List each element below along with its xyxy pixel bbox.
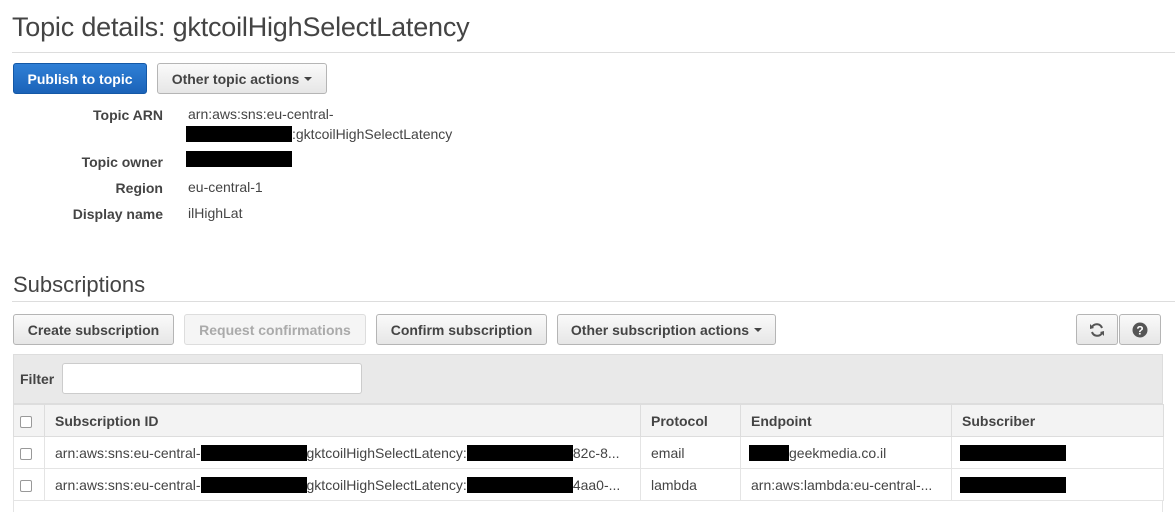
topic-arn-line2: :gktcoilHighSelectLatency (186, 126, 452, 142)
row-checkbox-cell (13, 436, 45, 469)
redacted-subscriber (960, 445, 1066, 462)
endpoint-domain: geekmedia.co.il (789, 444, 887, 461)
other-subscription-actions-label: Other subscription actions (570, 321, 750, 338)
table-empty-area (13, 500, 1163, 512)
svg-text:?: ? (1136, 323, 1143, 337)
filter-input[interactable] (62, 363, 362, 394)
subscriptions-title: Subscriptions (13, 272, 146, 297)
topic-arn-label: Topic ARN (93, 107, 163, 123)
other-subscription-actions-button[interactable]: Other subscription actions (557, 314, 776, 345)
subscriber-cell (951, 468, 1164, 501)
caret-down-icon (754, 327, 763, 332)
table-row[interactable]: arn:aws:sns:eu-central- gktcoilHighSelec… (13, 468, 1164, 501)
redacted-email-user (749, 444, 789, 461)
subscription-id-suffix: 4aa0-... (572, 476, 621, 493)
other-topic-actions-button[interactable]: Other topic actions (157, 63, 327, 94)
endpoint-cell: geekmedia.co.il (740, 436, 952, 469)
protocol-cell: email (640, 436, 741, 469)
subscription-id-cell[interactable]: arn:aws:sns:eu-central- gktcoilHighSelec… (44, 468, 641, 501)
column-header-endpoint[interactable]: Endpoint (740, 404, 952, 437)
region-value: eu-central-1 (188, 179, 263, 195)
redacted-topic-owner (186, 151, 292, 167)
confirm-subscription-button[interactable]: Confirm subscription (376, 314, 547, 345)
refresh-icon (1090, 322, 1104, 337)
publish-to-topic-label: Publish to topic (27, 70, 133, 87)
redacted-account-id (200, 444, 307, 461)
filter-bar: Filter (13, 354, 1163, 404)
subscriptions-table: Subscription ID Protocol Endpoint Subscr… (13, 404, 1164, 501)
refresh-button[interactable] (1076, 314, 1118, 345)
caret-down-icon (304, 76, 313, 81)
row-checkbox[interactable] (20, 447, 32, 460)
row-checkbox[interactable] (20, 479, 32, 492)
display-name-value: ilHighLat (188, 205, 243, 221)
redacted-account-id (186, 126, 292, 142)
subscription-id-middle: gktcoilHighSelectLatency: (306, 476, 467, 493)
display-name-label: Display name (72, 206, 163, 222)
table-header-row: Subscription ID Protocol Endpoint Subscr… (13, 404, 1164, 437)
protocol-cell: lambda (640, 468, 741, 501)
subscriber-cell (951, 436, 1164, 469)
row-checkbox-cell (13, 468, 45, 501)
topic-arn-suffix: :gktcoilHighSelectLatency (292, 126, 453, 142)
topic-arn-line1: arn:aws:sns:eu-central- (188, 106, 334, 122)
column-header-subscription-id[interactable]: Subscription ID (44, 404, 641, 437)
filter-label: Filter (20, 371, 55, 387)
subscription-id-prefix: arn:aws:sns:eu-central- (55, 476, 201, 493)
redacted-subscriber (960, 477, 1066, 494)
select-all-checkbox[interactable] (20, 415, 32, 428)
column-header-subscriber[interactable]: Subscriber (951, 404, 1164, 437)
confirm-subscription-label: Confirm subscription (390, 321, 533, 338)
other-topic-actions-label: Other topic actions (171, 70, 300, 87)
help-button[interactable]: ? (1119, 314, 1161, 345)
redacted-account-id (200, 476, 307, 493)
subscription-id-suffix: 82c-8... (572, 444, 620, 461)
endpoint-cell: arn:aws:lambda:eu-central-... (740, 468, 952, 501)
page-title: Topic details: gktcoilHighSelectLatency (12, 12, 470, 42)
request-confirmations-label: Request confirmations (199, 321, 351, 338)
subscription-id-cell[interactable]: arn:aws:sns:eu-central- gktcoilHighSelec… (44, 436, 641, 469)
subscription-id-middle: gktcoilHighSelectLatency: (306, 444, 467, 461)
select-all-cell (13, 404, 45, 437)
table-row[interactable]: arn:aws:sns:eu-central- gktcoilHighSelec… (13, 436, 1164, 469)
topic-owner-label: Topic owner (81, 154, 163, 170)
subscriptions-divider (12, 301, 1175, 302)
create-subscription-label: Create subscription (27, 321, 160, 338)
region-label: Region (115, 180, 163, 196)
title-divider (12, 52, 1175, 53)
redacted-subscription-uuid (466, 444, 573, 461)
subscription-id-prefix: arn:aws:sns:eu-central- (55, 444, 201, 461)
redacted-subscription-uuid (466, 476, 573, 493)
request-confirmations-button[interactable]: Request confirmations (184, 314, 366, 345)
column-header-protocol[interactable]: Protocol (640, 404, 741, 437)
publish-to-topic-button[interactable]: Publish to topic (13, 63, 147, 94)
help-icon: ? (1132, 322, 1148, 337)
create-subscription-button[interactable]: Create subscription (13, 314, 174, 345)
